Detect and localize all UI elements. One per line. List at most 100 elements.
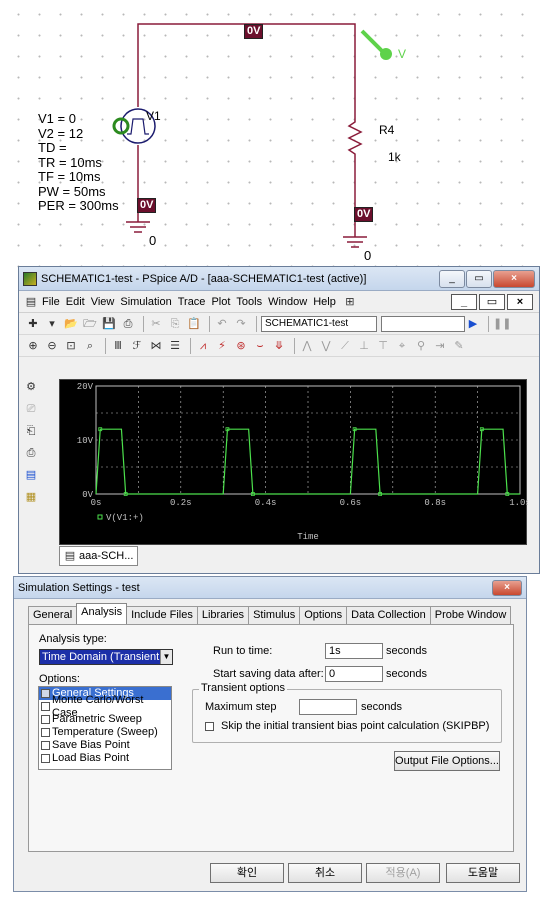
run-to-time-input[interactable]: 1s — [325, 643, 383, 659]
rgb-icon[interactable]: ⊛ — [233, 338, 249, 354]
next-transition-icon[interactable]: ⇥ — [432, 338, 448, 354]
view-netlist-icon[interactable]: ⎙ — [23, 445, 39, 461]
label-icon[interactable]: ✎ — [451, 338, 467, 354]
max-step-unit: seconds — [361, 701, 402, 713]
menu-edit[interactable]: Edit — [66, 296, 85, 308]
add-trace-icon[interactable]: ⩘ — [195, 338, 211, 354]
checkbox[interactable] — [41, 715, 50, 724]
skip-bias-checkbox[interactable] — [205, 722, 214, 731]
doc-minimize-button[interactable]: _ — [451, 293, 477, 310]
tab-options[interactable]: Options — [299, 606, 348, 624]
fourier-icon[interactable]: ℱ — [129, 338, 145, 354]
new-icon[interactable]: ✚ — [25, 316, 41, 332]
marker-icon[interactable]: ⌣ — [252, 338, 268, 354]
log-y-icon[interactable]: ☰ — [167, 338, 183, 354]
dialog-titlebar[interactable]: Simulation Settings - test × — [14, 577, 526, 599]
cursor-icon[interactable]: ⤋ — [271, 338, 287, 354]
search-combo[interactable] — [381, 315, 465, 332]
dropdown-arrow-icon[interactable]: ▾ — [44, 316, 60, 332]
open-icon[interactable]: 📂 — [63, 316, 79, 332]
run-icon[interactable]: ▶ — [465, 316, 481, 332]
chevron-down-icon[interactable]: ▼ — [160, 650, 172, 664]
cursor-slope-icon[interactable]: ⟋ — [337, 338, 353, 354]
apply-button[interactable]: 적용(A) — [366, 863, 440, 883]
simulation-status-icon[interactable]: ⚙ — [23, 379, 39, 395]
schematic-canvas[interactable]: 0V 0V 0V V V1 R4 1k 0 0 V1 = 0 V2 = 12 T… — [0, 0, 540, 268]
simulation-profile-combo[interactable]: SCHEMATIC1-test — [261, 315, 377, 332]
tab-libraries[interactable]: Libraries — [196, 606, 250, 624]
dialog-close-button[interactable]: × — [492, 579, 522, 596]
cut-icon[interactable]: ✂ — [148, 316, 164, 332]
cursor-min-icon[interactable]: ⊥ — [356, 338, 372, 354]
open-folder-icon[interactable]: 🗁 — [82, 316, 98, 332]
max-step-label: Maximum step — [205, 701, 277, 713]
tab-analysis[interactable]: Analysis — [76, 603, 128, 624]
log-x-icon[interactable]: Ⅲ — [110, 338, 126, 354]
source-param: PER = 300ms — [38, 198, 119, 213]
pause-icon[interactable]: ❚❚ — [493, 316, 511, 332]
eval-goal-icon[interactable]: ⚡ — [214, 338, 230, 354]
ok-button[interactable]: 확인 — [210, 863, 284, 883]
checkbox[interactable] — [41, 689, 50, 698]
cursor-max-icon[interactable]: ⊤ — [375, 338, 391, 354]
cursor-peak-icon[interactable]: ⋀ — [299, 338, 315, 354]
menu-window[interactable]: Window — [268, 296, 307, 308]
checkbox[interactable] — [41, 741, 50, 750]
tab-data-collection[interactable]: Data Collection — [346, 606, 431, 624]
menu-help[interactable]: Help — [313, 296, 336, 308]
option-temperature-sweep[interactable]: Temperature (Sweep) — [39, 726, 171, 739]
start-saving-input[interactable]: 0 — [325, 666, 383, 682]
cancel-button[interactable]: 취소 — [288, 863, 362, 883]
tab-stimulus[interactable]: Stimulus — [248, 606, 301, 624]
tab-include-files[interactable]: Include Files — [126, 606, 198, 624]
menu-file[interactable]: File — [42, 296, 60, 308]
menu-view[interactable]: View — [91, 296, 115, 308]
context-help-icon[interactable]: ⊞ — [342, 294, 358, 310]
undo-icon[interactable]: ↶ — [214, 316, 230, 332]
legend-label: V(V1:+) — [106, 513, 144, 523]
minimize-button[interactable]: _ — [439, 269, 465, 288]
menu-tools[interactable]: Tools — [236, 296, 262, 308]
redo-icon[interactable]: ↷ — [233, 316, 249, 332]
view-output-icon[interactable]: ⎗ — [23, 423, 39, 439]
option-load-bias-point[interactable]: Load Bias Point — [39, 752, 171, 765]
menu-trace[interactable]: Trace — [178, 296, 206, 308]
options-list: General Settings Monte Carlo/Worst Case … — [38, 686, 172, 770]
checkbox[interactable] — [41, 754, 50, 763]
zoom-area-icon[interactable]: ⊡ — [63, 338, 79, 354]
menu-simulation[interactable]: Simulation — [120, 296, 171, 308]
cursor-trough-icon[interactable]: ⋁ — [318, 338, 334, 354]
menu-plot[interactable]: Plot — [211, 296, 230, 308]
cursor-point-icon[interactable]: ⌖ — [394, 338, 410, 354]
pspice-titlebar[interactable]: SCHEMATIC1-test - PSpice A/D - [aaa-SCHE… — [19, 267, 539, 291]
max-step-input[interactable] — [299, 699, 357, 715]
analysis-type-select[interactable]: Time Domain (Transient ▼ — [39, 649, 173, 665]
doc-restore-button[interactable]: ▭ — [479, 293, 505, 310]
tab-probe-window[interactable]: Probe Window — [429, 606, 512, 624]
probe-plot[interactable]: 0V10V20V0s0.2s0.4s0.6s0.8s1.0sTimeV(V1:+… — [59, 379, 528, 545]
zoom-out-icon[interactable]: ⊖ — [44, 338, 60, 354]
copy-icon[interactable]: ⎘ — [167, 316, 183, 332]
tab-general[interactable]: General — [28, 606, 78, 624]
option-monte-carlo[interactable]: Monte Carlo/Worst Case — [39, 694, 171, 719]
option-save-bias-point[interactable]: Save Bias Point — [39, 739, 171, 752]
output-window-icon[interactable]: ⎚ — [23, 401, 39, 417]
cursor-search-icon[interactable]: ⚲ — [413, 338, 429, 354]
save-icon[interactable]: 💾 — [101, 316, 117, 332]
checkbox[interactable] — [41, 728, 50, 737]
print-icon[interactable]: ⎙ — [120, 316, 136, 332]
checkbox[interactable] — [41, 702, 50, 711]
message-icon[interactable]: ▤ — [23, 467, 39, 483]
probe-icon[interactable]: ▦ — [23, 489, 39, 505]
output-file-options-button[interactable]: Output File Options... — [394, 751, 500, 771]
maximize-button[interactable]: ▭ — [466, 269, 492, 288]
performance-icon[interactable]: ⋈ — [148, 338, 164, 354]
doc-close-button[interactable]: × — [507, 293, 533, 310]
zoom-in-icon[interactable]: ⊕ — [25, 338, 41, 354]
help-button[interactable]: 도움말 — [446, 863, 520, 883]
document-icon[interactable]: ▤ — [23, 294, 39, 310]
close-button[interactable]: × — [493, 269, 535, 288]
paste-icon[interactable]: 📋 — [186, 316, 202, 332]
document-tab[interactable]: ▤ aaa-SCH... — [59, 546, 139, 566]
zoom-fit-icon[interactable]: ⌕ — [82, 338, 98, 354]
